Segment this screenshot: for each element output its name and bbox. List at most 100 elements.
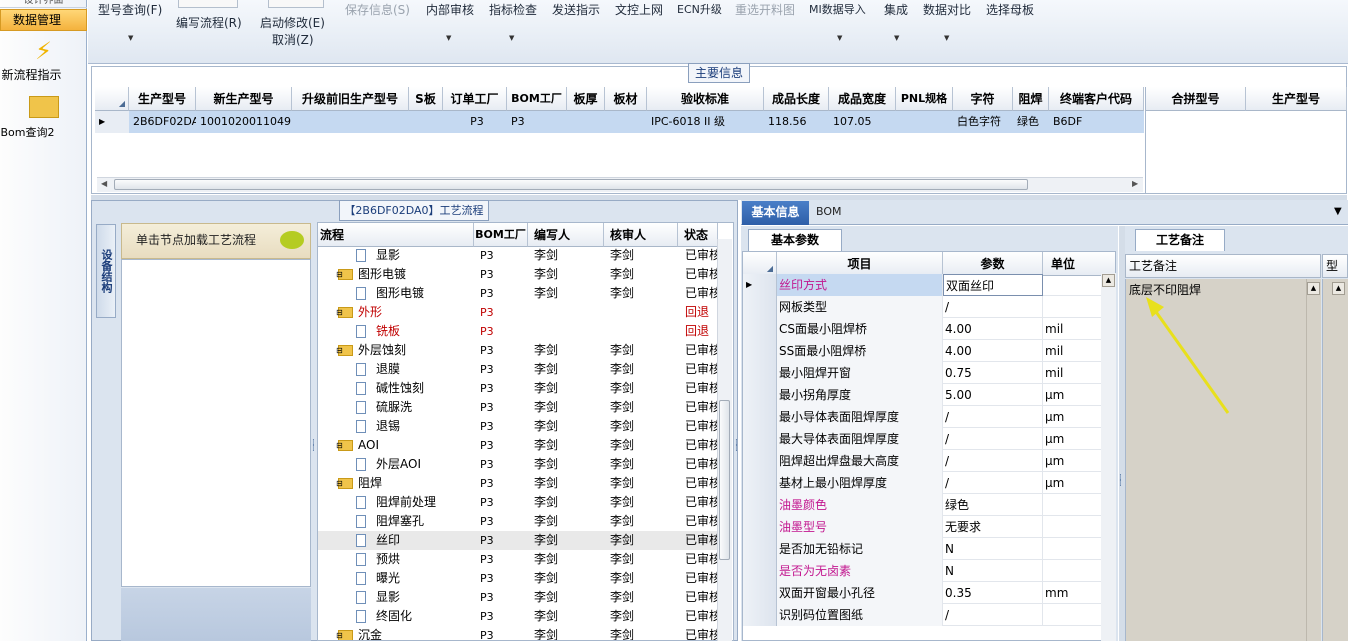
ecn-upgrade-button[interactable]: ECN升级 xyxy=(677,1,722,17)
scrollbar-thumb[interactable] xyxy=(114,179,1028,190)
param-value[interactable]: 4.00 xyxy=(943,340,1043,362)
edit-flow-button[interactable]: 编写流程(R) xyxy=(176,14,242,31)
chevron-down-icon[interactable]: ▼ xyxy=(944,34,949,42)
tree-row[interactable]: 显影 P3 李剑 李剑 已审核 xyxy=(318,246,718,265)
param-value[interactable]: / xyxy=(943,450,1043,472)
col-header[interactable]: 验收标准 xyxy=(647,87,764,111)
param-row[interactable]: 双面开窗最小孔径 0.35 mm xyxy=(743,582,1115,604)
select-master-button[interactable]: 选择母板 xyxy=(986,1,1034,18)
indicator-check-button[interactable]: 指标检查 xyxy=(489,1,537,18)
tree-row[interactable]: 终固化 P3 李剑 李剑 已审核 xyxy=(318,607,718,626)
param-row[interactable]: 是否为无卤素 N xyxy=(743,560,1115,582)
nav-top-item[interactable]: 设计界面 xyxy=(0,0,87,8)
param-row[interactable]: 最小导体表面阻焊厚度 / μm xyxy=(743,406,1115,428)
col-header[interactable]: 参数 xyxy=(943,252,1043,276)
tree-row[interactable]: 沉金 P3 李剑 李剑 已审核 ⊟ xyxy=(318,626,718,640)
vertical-scrollbar[interactable] xyxy=(1306,279,1321,641)
param-value[interactable]: / xyxy=(943,428,1043,450)
chevron-down-icon[interactable]: ▼ xyxy=(837,34,842,42)
param-row[interactable]: 油墨颜色 绿色 xyxy=(743,494,1115,516)
param-row[interactable]: 识别码位置图纸 / xyxy=(743,604,1115,626)
param-row[interactable]: 基材上最小阻焊厚度 / μm xyxy=(743,472,1115,494)
mi-import-button[interactable]: MI数据导入 xyxy=(809,1,866,17)
tree-row[interactable]: 显影 P3 李剑 李剑 已审核 xyxy=(318,588,718,607)
equipment-structure-tab[interactable]: 设备结构 xyxy=(96,224,116,318)
scroll-up-icon[interactable]: ▲ xyxy=(1332,282,1345,295)
param-row[interactable]: 阻焊超出焊盘最大高度 / μm xyxy=(743,450,1115,472)
tree-row[interactable]: 退锡 P3 李剑 李剑 已审核 xyxy=(318,417,718,436)
col-header[interactable]: PNL规格 xyxy=(896,87,953,111)
collapse-toggle-icon[interactable]: ⊟ xyxy=(336,474,343,493)
tree-row[interactable]: 铣板 P3 回退 xyxy=(318,322,718,341)
splitter-grip-icon[interactable]: ⁞ ⁞ xyxy=(735,439,738,454)
tree-row[interactable]: 阻焊塞孔 P3 李剑 李剑 已审核 xyxy=(318,512,718,531)
scroll-right-icon[interactable]: ▶ xyxy=(1132,179,1138,188)
col-header[interactable]: 升级前旧生产型号 xyxy=(292,87,409,111)
param-row[interactable]: CS面最小阻焊桥 4.00 mil xyxy=(743,318,1115,340)
param-value[interactable]: N xyxy=(943,538,1043,560)
chevron-down-icon[interactable]: ▼ xyxy=(1334,206,1342,217)
param-row[interactable]: 网板类型 / xyxy=(743,296,1115,318)
tab-basic-info[interactable]: 基本信息 xyxy=(742,201,809,225)
tree-row[interactable]: 丝印 P3 李剑 李剑 已审核 xyxy=(318,531,718,550)
tree-row[interactable]: 外形 P3 回退 ⊟ xyxy=(318,303,718,322)
nav-data-management[interactable]: 数据管理 xyxy=(0,9,87,31)
integrate-button[interactable]: 集成 xyxy=(884,1,908,18)
tree-row[interactable]: AOI P3 李剑 李剑 已审核 ⊟ xyxy=(318,436,718,455)
collapse-toggle-icon[interactable]: ⊟ xyxy=(336,265,343,284)
chevron-down-icon[interactable]: ▼ xyxy=(509,34,514,42)
tree-row[interactable]: 曝光 P3 李剑 李剑 已审核 xyxy=(318,569,718,588)
collapse-toggle-icon[interactable]: ⊟ xyxy=(336,341,343,360)
scroll-left-icon[interactable]: ◀ xyxy=(101,179,107,188)
col-header[interactable]: 工艺备注 xyxy=(1125,254,1321,278)
param-row[interactable]: SS面最小阻焊桥 4.00 mil xyxy=(743,340,1115,362)
param-value[interactable]: 5.00 xyxy=(943,384,1043,406)
param-value[interactable]: / xyxy=(943,472,1043,494)
col-header[interactable]: 新生产型号 xyxy=(196,87,292,111)
save-info-button[interactable]: 保存信息(S) xyxy=(345,1,410,18)
node-tree-area[interactable] xyxy=(121,259,311,587)
param-row[interactable]: 最小阻焊开窗 0.75 mil xyxy=(743,362,1115,384)
col-header[interactable]: BOM工厂 xyxy=(507,87,567,111)
col-header[interactable]: 板材 xyxy=(605,87,647,111)
tree-row[interactable]: 硫脲洗 P3 李剑 李剑 已审核 xyxy=(318,398,718,417)
tree-row[interactable]: 阻焊前处理 P3 李剑 李剑 已审核 xyxy=(318,493,718,512)
tab-bom[interactable]: BOM xyxy=(812,201,852,225)
start-edit-button[interactable]: 启动修改(E) xyxy=(260,14,325,31)
nav-new-flow-indicator[interactable]: ⚡ 新流程指示 xyxy=(0,36,87,83)
tree-row[interactable]: 图形电镀 P3 李剑 李剑 已审核 xyxy=(318,284,718,303)
model-query-button[interactable]: 型号查询(F) xyxy=(98,1,162,18)
param-row[interactable]: 油墨型号 无要求 xyxy=(743,516,1115,538)
param-value[interactable]: 双面丝印 xyxy=(943,274,1043,296)
col-header[interactable]: 生产型号 xyxy=(129,87,196,111)
param-value[interactable]: N xyxy=(943,560,1043,582)
col-header[interactable]: 终端客户代码 xyxy=(1049,87,1144,111)
col-header[interactable]: 成品宽度 xyxy=(829,87,896,111)
tab-basic-params[interactable]: 基本参数 xyxy=(748,229,842,251)
col-header[interactable]: 订单工厂 xyxy=(443,87,507,111)
internal-review-button[interactable]: 内部审核 xyxy=(426,1,474,18)
col-header[interactable]: 成品长度 xyxy=(764,87,829,111)
param-row[interactable]: 是否加无铅标记 N xyxy=(743,538,1115,560)
param-row[interactable]: 最大导体表面阻焊厚度 / μm xyxy=(743,428,1115,450)
vertical-scrollbar[interactable] xyxy=(1101,273,1116,641)
param-value[interactable]: 无要求 xyxy=(943,516,1043,538)
chevron-down-icon[interactable]: ▼ xyxy=(894,34,899,42)
col-header[interactable]: 合拼型号 xyxy=(1146,87,1246,111)
param-value[interactable]: 0.35 xyxy=(943,582,1043,604)
send-indicator-button[interactable]: 发送指示 xyxy=(552,1,600,18)
cancel-button[interactable]: 取消(Z) xyxy=(272,31,314,48)
scrollbar-thumb[interactable] xyxy=(719,400,730,560)
collapse-toggle-icon[interactable]: ⊟ xyxy=(336,436,343,455)
param-value[interactable]: / xyxy=(943,406,1043,428)
nav-bom-query[interactable]: Bom查询2 xyxy=(0,93,87,140)
upload-online-button[interactable]: 文控上网 xyxy=(615,1,663,18)
param-value[interactable]: / xyxy=(943,604,1043,626)
collapse-toggle-icon[interactable]: ⊟ xyxy=(336,303,343,322)
param-value[interactable]: 绿色 xyxy=(943,494,1043,516)
tree-row[interactable]: 碱性蚀刻 P3 李剑 李剑 已审核 xyxy=(318,379,718,398)
param-value[interactable]: / xyxy=(943,296,1043,318)
tree-row[interactable]: 图形电镀 P3 李剑 李剑 已审核 ⊟ xyxy=(318,265,718,284)
scroll-up-icon[interactable]: ▲ xyxy=(1102,274,1115,287)
param-row[interactable]: ▶ 丝印方式 双面丝印 xyxy=(743,274,1115,296)
